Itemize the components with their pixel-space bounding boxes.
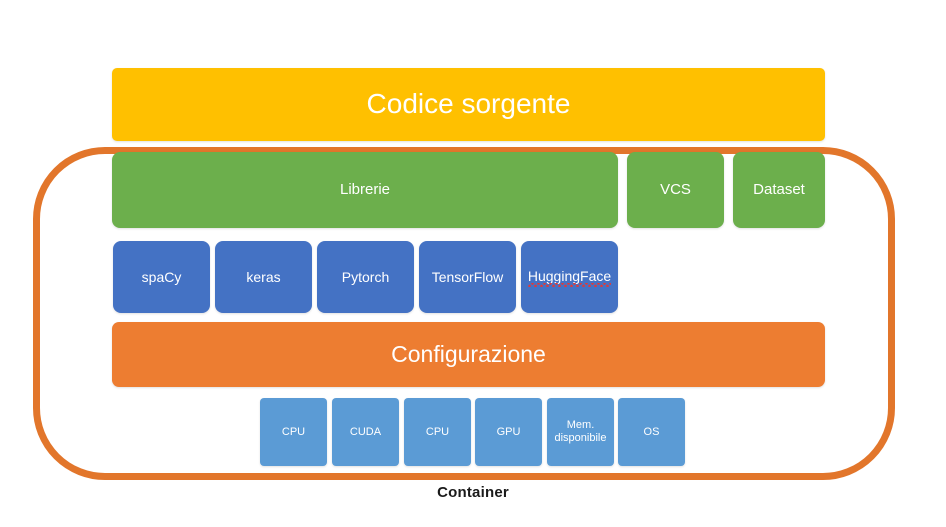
block-cpu-2: CPU — [404, 398, 471, 466]
block-os: OS — [618, 398, 685, 466]
block-configurazione: Configurazione — [112, 322, 825, 387]
block-dataset: Dataset — [733, 152, 825, 228]
block-pytorch: Pytorch — [317, 241, 414, 313]
block-tensorflow: TensorFlow — [419, 241, 516, 313]
block-cpu-1: CPU — [260, 398, 327, 466]
block-librerie: Librerie — [112, 152, 618, 228]
container-caption: Container — [437, 484, 509, 501]
block-vcs: VCS — [627, 152, 724, 228]
source-code-block: Codice sorgente — [112, 68, 825, 141]
block-memoria-disponibile: Mem. disponibile — [547, 398, 614, 466]
block-huggingface-label: HuggingFace — [527, 268, 612, 288]
block-keras: keras — [215, 241, 312, 313]
block-spacy: spaCy — [113, 241, 210, 313]
architecture-diagram: Codice sorgente Librerie VCS Dataset spa… — [0, 0, 946, 527]
block-huggingface: HuggingFace — [521, 241, 618, 313]
block-gpu: GPU — [475, 398, 542, 466]
block-cuda: CUDA — [332, 398, 399, 466]
